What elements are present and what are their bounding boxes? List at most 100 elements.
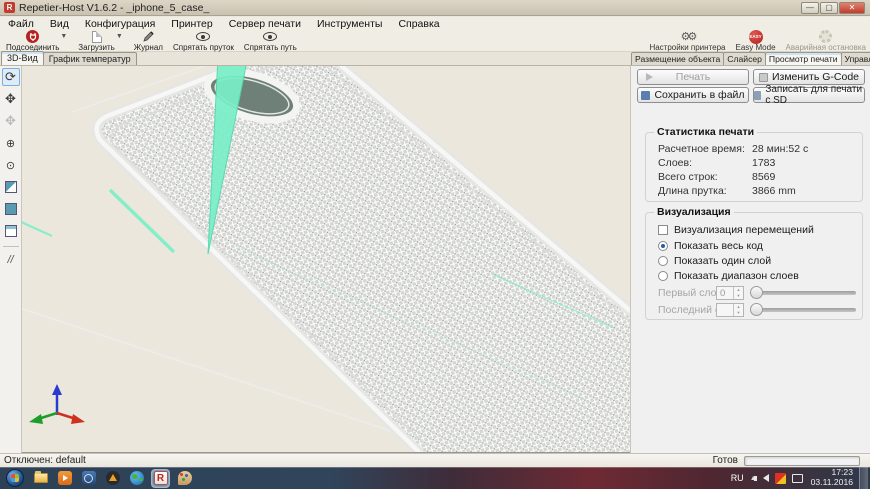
taskbar-repetier-host[interactable]: R <box>152 470 169 487</box>
show-all-code-radio[interactable] <box>658 241 668 251</box>
save-to-sd-button[interactable]: Записать для печати с SD <box>753 87 865 103</box>
menu-help[interactable]: Справка <box>390 18 447 30</box>
close-button[interactable]: ✕ <box>839 2 865 14</box>
taskbar-explorer[interactable] <box>32 470 49 487</box>
travel-move <box>22 216 52 236</box>
group-title: Статистика печати <box>654 126 757 138</box>
menu-bar: Файл Вид Конфигурация Принтер Сервер печ… <box>0 17 870 30</box>
main-toolbar: Подсоединить ▼ Загрузить ▼ Журнал Спрята… <box>0 30 870 52</box>
start-button[interactable] <box>6 469 24 487</box>
language-indicator[interactable]: RU <box>731 473 744 483</box>
title-bar[interactable]: R Repetier-Host V1.6.2 - _iphone_5_case_… <box>0 0 870 16</box>
tab-print-preview[interactable]: Просмотр печати <box>765 52 842 65</box>
radio-label[interactable]: Показать весь код <box>674 240 763 252</box>
triangle-icon <box>106 471 120 485</box>
show-layer-range-radio[interactable] <box>658 271 668 281</box>
slider-thumb[interactable] <box>750 303 763 316</box>
disc-icon <box>82 471 96 485</box>
slider-thumb[interactable] <box>750 286 763 299</box>
iso-view-icon[interactable] <box>2 178 20 196</box>
radio-label[interactable]: Показать один слой <box>674 255 771 267</box>
zoom-in-icon[interactable]: ⊕ <box>2 134 20 152</box>
easy-mode-button[interactable]: EASY Easy Mode <box>736 30 776 52</box>
spinner-arrows-icon[interactable]: ▲▼ <box>733 304 743 316</box>
clock[interactable]: 17:23 03.11.2016 <box>811 468 853 488</box>
show-desktop-button[interactable] <box>859 467 868 489</box>
viewport-3d[interactable] <box>22 66 630 453</box>
tab-3d-view[interactable]: 3D-Вид <box>1 51 44 65</box>
last-layer-slider[interactable] <box>750 303 856 317</box>
connection-status: Отключен: default <box>4 455 86 466</box>
menu-view[interactable]: Вид <box>42 18 77 30</box>
connect-button[interactable]: Подсоединить <box>6 30 59 52</box>
status-bar: Отключен: default Готов <box>0 453 870 467</box>
menu-config[interactable]: Конфигурация <box>77 18 163 30</box>
minimize-button[interactable]: — <box>801 2 819 14</box>
log-button[interactable]: Журнал <box>134 30 163 52</box>
tray-antivirus-icon[interactable] <box>775 473 786 484</box>
printer-settings-button[interactable]: ⚙⚙ Настройки принтера <box>649 30 725 52</box>
front-view-icon[interactable] <box>2 200 20 218</box>
first-layer-slider[interactable] <box>750 286 856 300</box>
connect-dropdown-icon[interactable]: ▼ <box>60 33 67 40</box>
windows-flag-icon <box>11 474 19 482</box>
hide-travel-button[interactable]: Спрятать путь <box>244 30 297 52</box>
document-icon <box>92 31 102 43</box>
ready-status: Готов <box>713 455 738 466</box>
load-dropdown-icon[interactable]: ▼ <box>116 33 123 40</box>
last-layer-spinner[interactable]: ▲▼ <box>716 303 744 317</box>
print-statistics-group: Статистика печати Расчетное время: 28 ми… <box>645 132 863 202</box>
top-view-icon[interactable] <box>2 222 20 240</box>
view-toolbar: ⟳ ✥ ✥ ⊕ ⊙ // <box>0 66 22 453</box>
window-title: Repetier-Host V1.6.2 - _iphone_5_case_ <box>19 2 209 14</box>
visualization-group: Визуализация Визуализация перемещений По… <box>645 212 863 320</box>
checkbox-label[interactable]: Визуализация перемещений <box>674 224 814 236</box>
taskbar-media-player[interactable] <box>56 470 73 487</box>
divider <box>3 246 19 247</box>
spinner-arrows-icon[interactable]: ▲▼ <box>733 287 743 299</box>
taskbar-browser[interactable] <box>128 470 145 487</box>
maximize-button[interactable]: ▢ <box>820 2 838 14</box>
move-object-icon[interactable]: ✥ <box>2 112 20 130</box>
menu-tools[interactable]: Инструменты <box>309 18 390 30</box>
print-preview-panel: Печать Изменить G-Code Сохранить в файл … <box>630 66 870 453</box>
emergency-stop-button[interactable]: Аварийная остановка <box>786 30 866 52</box>
zoom-fit-icon[interactable]: ⊙ <box>2 156 20 174</box>
parallel-projection-icon[interactable]: // <box>2 251 20 269</box>
stat-label: Длина прутка: <box>658 185 727 197</box>
stat-value: 28 мин:52 с <box>752 143 808 155</box>
stat-value: 3866 mm <box>752 185 796 197</box>
tab-object-placement[interactable]: Размещение объекта <box>631 52 724 65</box>
menu-file[interactable]: Файл <box>0 18 42 30</box>
load-button[interactable]: Загрузить <box>78 30 115 52</box>
rotate-view-icon[interactable]: ⟳ <box>2 68 20 86</box>
network-icon[interactable] <box>792 474 803 483</box>
radio-label[interactable]: Показать диапазон слоев <box>674 270 799 282</box>
taskbar-media-app[interactable] <box>80 470 97 487</box>
edit-gcode-button[interactable]: Изменить G-Code <box>753 69 865 85</box>
volume-icon[interactable] <box>763 474 769 482</box>
repetier-icon: R <box>154 471 168 485</box>
tab-slicer[interactable]: Слайсер <box>723 52 766 65</box>
edit-icon <box>759 73 768 82</box>
move-view-icon[interactable]: ✥ <box>2 90 20 108</box>
pencil-icon <box>142 30 155 43</box>
sd-card-icon <box>754 91 761 100</box>
show-single-layer-radio[interactable] <box>658 256 668 266</box>
taskbar-paint[interactable] <box>176 470 193 487</box>
first-layer-spinner[interactable]: 0 ▲▼ <box>716 286 744 300</box>
visualize-moves-checkbox[interactable] <box>658 225 668 235</box>
hide-filament-button[interactable]: Спрятать пруток <box>173 30 234 52</box>
tab-manual-control[interactable]: Управление <box>841 52 870 65</box>
tab-temp-graph[interactable]: График температур <box>43 52 137 65</box>
save-to-file-button[interactable]: Сохранить в файл <box>637 87 749 103</box>
stat-value: 1783 <box>752 157 775 169</box>
windows-taskbar: R RU ▲ 17:23 03.11.2016 <box>0 467 870 489</box>
print-button[interactable]: Печать <box>637 69 749 85</box>
globe-icon <box>130 471 144 485</box>
stat-label: Расчетное время: <box>658 143 745 155</box>
menu-printer[interactable]: Принтер <box>163 18 220 30</box>
menu-print-server[interactable]: Сервер печати <box>221 18 309 30</box>
view-tabs: 3D-Вид График температур <box>0 52 630 66</box>
taskbar-antivirus[interactable] <box>104 470 121 487</box>
